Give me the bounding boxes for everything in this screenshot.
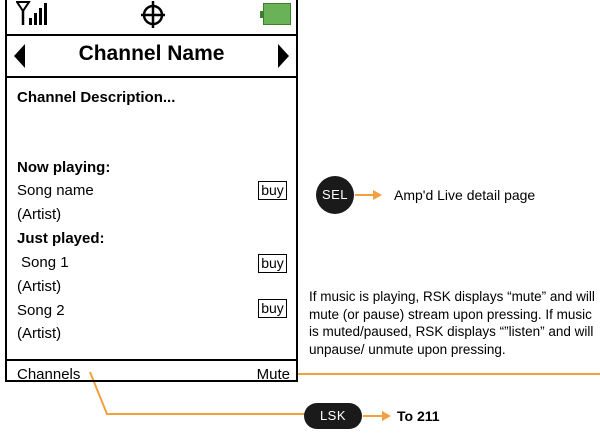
channel-description: Channel Description...	[17, 89, 176, 106]
just-played-label: Just played:	[17, 230, 105, 247]
buy-button-now-playing[interactable]: buy	[258, 181, 287, 200]
signal-bars-icon	[16, 1, 47, 25]
now-playing-artist: (Artist)	[17, 206, 62, 223]
sel-button-badge: SEL	[316, 176, 354, 214]
just-played-artist-2: (Artist)	[17, 325, 62, 342]
lsk-target-label: To 211	[397, 408, 440, 424]
lsk-arrow-head	[382, 411, 391, 421]
buy-button-song-2[interactable]: buy	[258, 299, 287, 318]
softkey-channels[interactable]: Channels	[17, 366, 80, 383]
title-divider	[7, 76, 296, 78]
gps-target-icon	[141, 1, 165, 28]
just-played-song-1: Song 1	[21, 254, 69, 271]
softkey-divider	[7, 359, 296, 361]
status-bar	[7, 0, 296, 34]
channel-header: Channel Name	[7, 34, 296, 76]
battery-icon	[260, 3, 291, 25]
now-playing-song: Song name	[17, 182, 94, 199]
buy-button-song-1[interactable]: buy	[258, 254, 287, 273]
softkey-mute[interactable]: Mute	[257, 366, 290, 383]
sel-arrow-head	[373, 190, 382, 200]
right-arrow-icon[interactable]	[278, 44, 289, 68]
lsk-button-badge: LSK	[304, 403, 362, 429]
just-played-song-2: Song 2	[17, 302, 65, 319]
rsk-behavior-note: If music is playing, RSK displays “mute”…	[309, 289, 595, 357]
sel-target-label: Amp'd Live detail page	[394, 187, 536, 203]
now-playing-label: Now playing:	[17, 159, 111, 176]
phone-screen: Channel Name Channel Description... Now …	[5, 0, 298, 383]
just-played-artist-1: (Artist)	[17, 278, 62, 295]
channel-title: Channel Name	[78, 42, 225, 65]
